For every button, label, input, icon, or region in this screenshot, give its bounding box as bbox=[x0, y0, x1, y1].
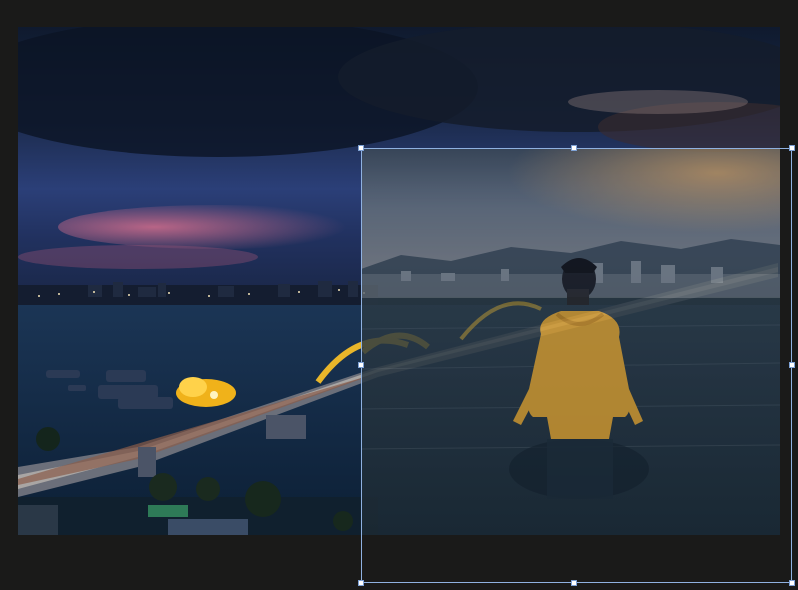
handle-top-center[interactable] bbox=[571, 145, 577, 151]
handle-bottom-right[interactable] bbox=[789, 580, 795, 586]
handle-middle-left[interactable] bbox=[358, 362, 364, 368]
handle-bottom-center[interactable] bbox=[571, 580, 577, 586]
editor-canvas[interactable] bbox=[0, 0, 798, 590]
handle-top-left[interactable] bbox=[358, 145, 364, 151]
transform-bounding-box[interactable] bbox=[358, 145, 795, 586]
handle-middle-right[interactable] bbox=[789, 362, 795, 368]
handle-bottom-left[interactable] bbox=[358, 580, 364, 586]
handle-top-right[interactable] bbox=[789, 145, 795, 151]
